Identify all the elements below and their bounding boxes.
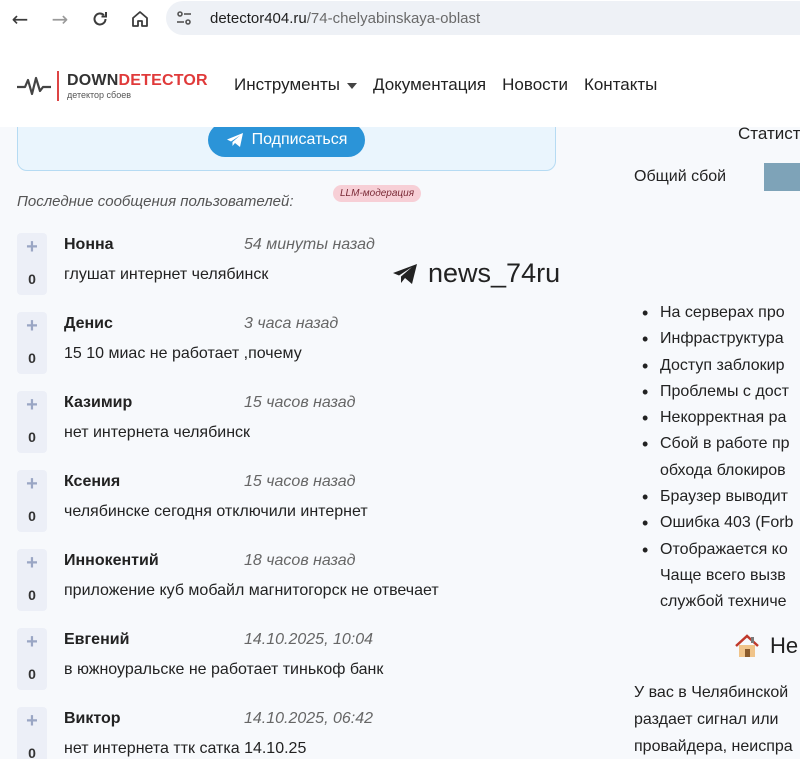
list-item: + 0 Евгений 14.10.2025, 10:04 в южноурал… [17,628,617,707]
message-author: Нонна [64,236,114,253]
vote-box: + 0 [17,470,47,532]
info-paragraph: У вас в Челябинской раздает сигнал или п… [634,684,793,755]
vote-count: 0 [28,666,36,682]
upvote-button[interactable]: + [17,552,47,575]
vote-box: + 0 [17,233,47,295]
message-text: нет интернета челябинск [64,424,251,441]
list-item: Браузер выводит [640,484,800,511]
vote-count: 0 [28,429,36,445]
subscribe-box: Подписаться [17,127,556,171]
message-time: 14.10.2025, 06:42 [244,710,374,727]
address-bar[interactable]: detector404.ru/74-chelyabinskaya-oblast [166,1,800,35]
nav-docs[interactable]: Документация [373,75,486,95]
outage-bar [764,163,800,191]
list-item: Проблемы с дост [640,379,800,406]
messages-section-title: Последние сообщения пользователей: [17,193,294,210]
list-item: + 0 Иннокентий 18 часов назад приложение… [17,549,617,628]
message-time: 15 часов назад [244,473,356,490]
vote-count: 0 [28,587,36,603]
reasons-list: На серверах про Инфраструктура Доступ за… [640,300,800,616]
message-time: 18 часов назад [244,552,356,569]
message-text: в южноуральске не работает тинькоф банк [64,661,384,678]
nav-tools[interactable]: Инструменты [234,75,358,95]
list-item: + 0 Виктор 14.10.2025, 06:42 нет интерне… [17,707,617,759]
list-item: Доступ заблокир [640,353,800,380]
browser-toolbar: ← → detector404.ru/74-chelyabinskaya-obl… [0,0,800,38]
list-item: На серверах про [640,300,800,327]
message-author: Денис [64,315,113,332]
url-text: detector404.ru/74-chelyabinskaya-oblast [210,9,481,27]
page-content: Подписаться Последние сообщения пользова… [0,127,800,759]
message-time: 54 минуты назад [244,236,375,253]
nav-news[interactable]: Новости [502,75,568,95]
message-author: Ксения [64,473,121,490]
upvote-button[interactable]: + [17,473,47,496]
message-time: 3 часа назад [244,315,339,332]
list-item: Некорректная ра [640,405,800,432]
upvote-button[interactable]: + [17,236,47,259]
message-text: 15 10 миас не работает ,почему [64,345,302,362]
vote-count: 0 [28,508,36,524]
back-button[interactable]: ← [0,0,40,38]
upvote-button[interactable]: + [17,394,47,417]
vote-box: + 0 [17,391,47,453]
logo-divider [57,71,59,101]
message-author: Иннокентий [64,552,159,569]
site-info-icon[interactable] [166,1,202,35]
home-button[interactable] [120,0,160,38]
upvote-button[interactable]: + [17,710,47,733]
list-item: + 0 Ксения 15 часов назад челябинске сег… [17,470,617,549]
outage-label: Общий сбой [634,168,727,185]
vote-box: + 0 [17,707,47,759]
watermark: news_74ru [392,258,560,289]
vote-count: 0 [28,745,36,759]
logo[interactable]: DOWNDETECTOR детектор сбоев [17,71,208,101]
vote-count: 0 [28,350,36,366]
arrow-left-icon: ← [11,7,29,31]
list-item: + 0 Казимир 15 часов назад нет интернета… [17,391,617,470]
vote-box: + 0 [17,312,47,374]
site-header: DOWNDETECTOR детектор сбоев Инструменты … [0,45,800,127]
vote-box: + 0 [17,549,47,611]
upvote-button[interactable]: + [17,315,47,338]
subscribe-button[interactable]: Подписаться [208,127,365,157]
llm-moderation-badge: LLM-модерация [333,185,422,202]
message-text: приложение куб мобайл магнитогорск не от… [64,582,439,599]
upvote-button[interactable]: + [17,631,47,654]
section-heading: Не [734,633,798,659]
main-nav: Инструменты Документация Новости Контакт… [234,75,657,95]
message-text: челябинске сегодня отключили интернет [64,503,368,520]
message-text: нет интернета ттк сатка 14.10.25 [64,740,307,757]
message-text: глушат интернет челябинск [64,266,269,283]
message-time: 14.10.2025, 10:04 [244,631,374,648]
reload-icon [93,12,107,26]
list-item: Отображается коЧаще всего вызвслужбой те… [640,537,800,616]
statistics-heading: Статист [738,127,800,143]
message-time: 15 часов назад [244,394,356,411]
list-item: Ошибка 403 (Forb [640,510,800,537]
forward-button[interactable]: → [40,0,80,38]
arrow-right-icon: → [51,7,69,31]
home-icon [132,11,148,27]
reload-button[interactable] [80,0,120,38]
logo-text: DOWNDETECTOR детектор сбоев [67,71,208,100]
house-icon [735,634,759,657]
list-item: Инфраструктура [640,326,800,353]
message-author: Евгений [64,631,130,648]
nav-contacts[interactable]: Контакты [584,75,657,95]
telegram-icon [226,133,243,147]
list-item: + 0 Денис 3 часа назад 15 10 миас не раб… [17,312,617,391]
vote-count: 0 [28,271,36,287]
message-author: Казимир [64,394,133,411]
messages-list: + 0 Нонна 54 минуты назад глушат интерне… [17,233,617,759]
pulse-logo-icon [17,76,51,96]
vote-box: + 0 [17,628,47,690]
telegram-icon [393,263,417,284]
chevron-down-icon [347,83,358,89]
list-item: Сбой в работе пробхода блокиров [640,431,800,484]
message-author: Виктор [64,710,121,727]
